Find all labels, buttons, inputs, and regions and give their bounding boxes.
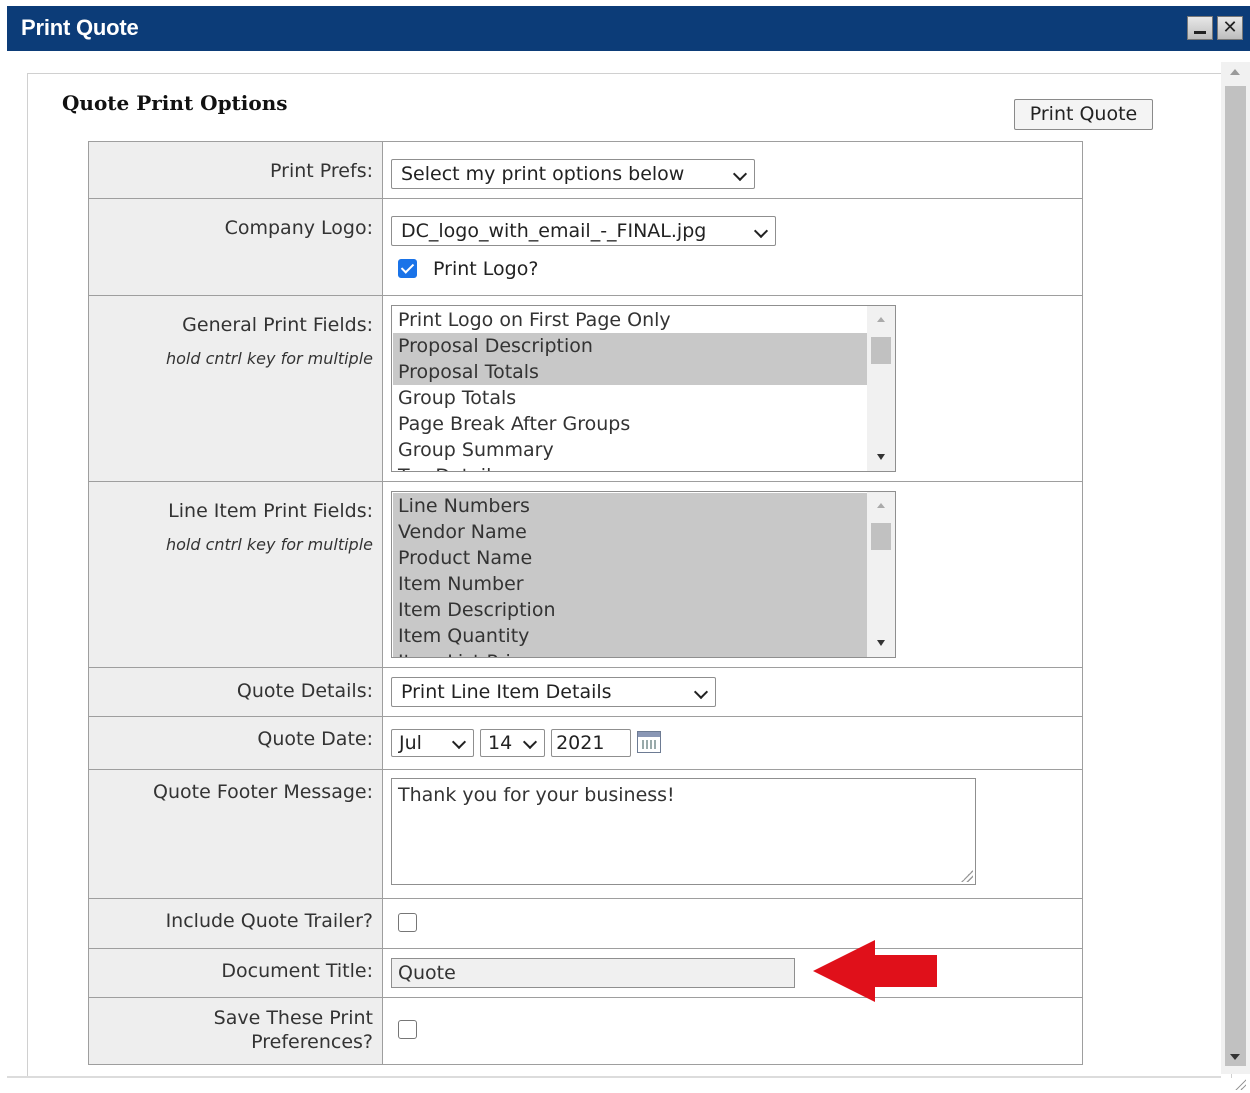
- listbox-option[interactable]: Item List Price: [393, 649, 867, 657]
- row-quote-details: Quote Details: Print Line Item Details: [88, 667, 1083, 717]
- include-trailer-checkbox[interactable]: [398, 913, 417, 932]
- quote-date-year-input[interactable]: 2021: [551, 729, 632, 757]
- listbox-option[interactable]: Proposal Description: [393, 333, 867, 359]
- listbox-option[interactable]: Proposal Totals: [393, 359, 867, 385]
- chevron-down-icon: [732, 166, 748, 182]
- listbox-option[interactable]: Vendor Name: [393, 519, 867, 545]
- red-arrow-annotation-icon: [813, 940, 937, 1002]
- line-item-fields-hint: hold cntrl key for multiple: [165, 535, 373, 554]
- quote-date-month-value: Jul: [399, 732, 422, 754]
- scroll-up-arrow-icon[interactable]: [877, 317, 885, 322]
- listbox-scroll-thumb[interactable]: [871, 337, 891, 364]
- document-title-label: Document Title:: [221, 960, 373, 982]
- footer-message-label: Quote Footer Message:: [153, 781, 373, 803]
- footer-message-textarea[interactable]: Thank you for your business!: [391, 778, 976, 885]
- print-quote-button[interactable]: Print Quote: [1014, 99, 1153, 130]
- scroll-down-arrow-icon[interactable]: [877, 454, 885, 460]
- scroll-thumb[interactable]: [1225, 86, 1246, 1066]
- save-prefs-checkbox[interactable]: [398, 1020, 417, 1039]
- listbox-scroll-thumb[interactable]: [871, 523, 891, 550]
- print-prefs-label: Print Prefs:: [270, 160, 373, 182]
- listbox-option[interactable]: Group Summary: [393, 437, 867, 463]
- listbox-option[interactable]: Product Name: [393, 545, 867, 571]
- company-logo-value: DC_logo_with_email_-_FINAL.jpg: [401, 220, 707, 242]
- save-prefs-label-line1: Save These Print: [213, 1007, 373, 1029]
- listbox-scrollbar[interactable]: [867, 306, 895, 471]
- save-prefs-label-line2: Preferences?: [251, 1031, 373, 1053]
- company-logo-select[interactable]: DC_logo_with_email_-_FINAL.jpg: [391, 216, 776, 246]
- quote-date-label: Quote Date:: [257, 728, 373, 750]
- listbox-option[interactable]: Group Totals: [393, 385, 867, 411]
- listbox-option[interactable]: Item Quantity: [393, 623, 867, 649]
- listbox-option[interactable]: Item Description: [393, 597, 867, 623]
- resize-grip-icon[interactable]: [961, 870, 973, 882]
- minimize-button[interactable]: [1187, 16, 1213, 40]
- chevron-down-icon: [753, 223, 769, 239]
- bottom-divider: [7, 1076, 1221, 1078]
- row-quote-date: Quote Date: Jul 14 2021: [88, 716, 1083, 770]
- general-fields-hint: hold cntrl key for multiple: [165, 349, 373, 368]
- window-scrollbar[interactable]: [1221, 62, 1250, 1074]
- listbox-option[interactable]: Item Number: [393, 571, 867, 597]
- document-title-input[interactable]: Quote: [391, 958, 795, 988]
- print-logo-checkbox[interactable]: [398, 259, 417, 278]
- row-save-print-preferences: Save These Print Preferences?: [88, 997, 1083, 1065]
- chevron-down-icon: [693, 684, 709, 700]
- document-title-value: Quote: [398, 962, 456, 984]
- window-titlebar: Print Quote ✕: [7, 6, 1250, 51]
- row-company-logo: Company Logo: DC_logo_with_email_-_FINAL…: [88, 198, 1083, 296]
- scroll-down-arrow-icon[interactable]: [1230, 1054, 1240, 1060]
- calendar-icon[interactable]: [637, 731, 662, 753]
- close-button[interactable]: ✕: [1217, 16, 1243, 40]
- row-general-print-fields: General Print Fields: hold cntrl key for…: [88, 295, 1083, 482]
- quote-details-label: Quote Details:: [236, 680, 373, 702]
- row-line-item-print-fields: Line Item Print Fields: hold cntrl key f…: [88, 481, 1083, 668]
- window-title: Print Quote: [21, 15, 139, 40]
- listbox-scrollbar[interactable]: [867, 492, 895, 657]
- scroll-down-arrow-icon[interactable]: [877, 640, 885, 646]
- line-item-fields-listbox[interactable]: Line Numbers Vendor Name Product Name Item …: [391, 491, 896, 658]
- print-options-table: Print Prefs: Select my print options bel…: [88, 141, 1083, 1065]
- print-prefs-value: Select my print options below: [401, 163, 685, 185]
- general-fields-listbox[interactable]: Print Logo on First Page Only Proposal De…: [391, 305, 896, 472]
- chevron-down-icon: [451, 734, 467, 750]
- quote-details-value: Print Line Item Details: [401, 681, 612, 703]
- general-fields-label: General Print Fields:: [182, 314, 373, 336]
- listbox-option[interactable]: Line Numbers: [393, 493, 867, 519]
- row-quote-footer-message: Quote Footer Message: Thank you for your…: [88, 769, 1083, 899]
- print-logo-label: Print Logo?: [433, 257, 539, 280]
- quote-date-day-value: 14: [488, 732, 513, 754]
- window-resize-grip-icon[interactable]: [1234, 1078, 1246, 1090]
- listbox-option[interactable]: Tax Details: [393, 463, 867, 471]
- quote-details-select[interactable]: Print Line Item Details: [391, 677, 716, 707]
- listbox-option[interactable]: Print Logo on First Page Only: [393, 307, 867, 333]
- quote-date-year-value: 2021: [556, 732, 605, 754]
- include-trailer-label: Include Quote Trailer?: [165, 910, 373, 932]
- footer-message-value: Thank you for your business!: [398, 784, 675, 806]
- chevron-down-icon: [522, 734, 538, 750]
- listbox-option[interactable]: Page Break After Groups: [393, 411, 867, 437]
- row-print-prefs: Print Prefs: Select my print options bel…: [88, 141, 1083, 199]
- company-logo-label: Company Logo:: [224, 217, 373, 239]
- line-item-fields-label: Line Item Print Fields:: [168, 500, 373, 522]
- scroll-up-arrow-icon[interactable]: [1230, 69, 1240, 75]
- quote-date-day-select[interactable]: 14: [480, 729, 546, 757]
- section-title: Quote Print Options: [62, 91, 288, 115]
- print-prefs-select[interactable]: Select my print options below: [391, 159, 755, 189]
- quote-date-month-select[interactable]: Jul: [391, 729, 474, 757]
- scroll-up-arrow-icon[interactable]: [877, 503, 885, 508]
